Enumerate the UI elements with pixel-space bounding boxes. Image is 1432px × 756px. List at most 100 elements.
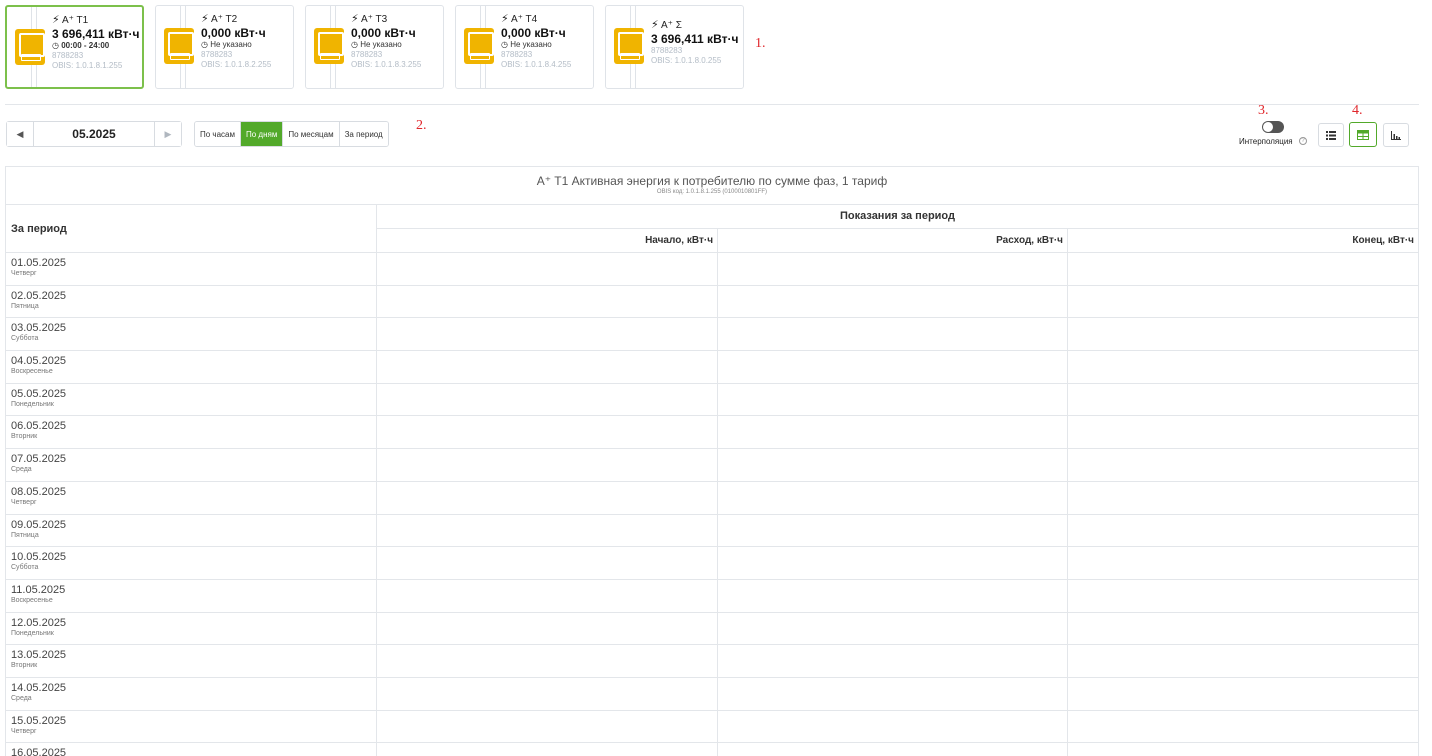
row-date: 09.05.2025 [11, 518, 67, 531]
cell-period: 09.05.2025 Пятница [6, 514, 377, 547]
cell-period: 08.05.2025 Четверг [6, 481, 377, 514]
meter-card-sum[interactable]: ⚡ A⁺ Σ 3 696,411 кВт·ч 8788283 OBIS: 1.0… [605, 5, 744, 89]
mode-hours-button[interactable]: По часам [195, 122, 241, 146]
annotation-2: 2. [416, 118, 427, 133]
cell-period: 16.05.2025 [6, 743, 377, 756]
card-name: A⁺ Σ [660, 20, 682, 31]
cell-period: 07.05.2025 Среда [6, 449, 377, 481]
cell-period: 10.05.2025 Суббота [6, 547, 377, 579]
row-weekday: Суббота [11, 564, 39, 572]
clock-icon: ◷ [52, 41, 59, 50]
cell-start [377, 514, 718, 547]
cell-consumption [718, 481, 1068, 514]
table-view-button[interactable] [1349, 122, 1377, 147]
card-name: A⁺ T2 [210, 14, 238, 25]
table-row: 16.05.2025 [6, 743, 1418, 756]
row-weekday: Понедельник [11, 400, 54, 408]
caret-right-icon[interactable]: ▶ [155, 122, 181, 146]
cell-end [1068, 482, 1418, 514]
row-weekday: Суббота [11, 335, 39, 343]
cell-consumption [718, 547, 1068, 579]
cell-end [1068, 286, 1418, 318]
cell-consumption [718, 318, 1068, 351]
card-time: Не указано [360, 40, 402, 49]
cell-end [1068, 743, 1418, 756]
row-date: 06.05.2025 [11, 420, 67, 433]
row-weekday: Вторник [11, 433, 38, 441]
cell-end [1068, 253, 1418, 285]
interpolation-control: Интерполяция ? [1239, 120, 1311, 148]
card-serial: 8788283 [201, 50, 233, 59]
table-row: 04.05.2025 Воскресенье [6, 351, 1418, 384]
card-value: 0,000 кВт·ч [351, 26, 416, 40]
table-row: 11.05.2025 Воскресенье [6, 579, 1418, 613]
lightning-icon: ⚡ [201, 13, 209, 25]
table-body: 01.05.2025 Четверг 02.05.2025 Пятница 03.05.… [6, 253, 1418, 756]
row-date: 14.05.2025 [11, 681, 67, 694]
row-weekday: Пятница [11, 302, 39, 310]
mode-months-button[interactable]: По месяцам [283, 122, 340, 146]
interpolation-toggle[interactable] [1262, 121, 1284, 133]
table-row: 07.05.2025 Среда [6, 449, 1418, 482]
lightning-icon: ⚡ [52, 14, 60, 26]
col-start: Начало, кВт·ч [377, 229, 718, 253]
cell-start [377, 351, 718, 383]
cell-end [1068, 416, 1418, 448]
meter-card-t4[interactable]: ⚡ A⁺ T4 0,000 кВт·ч ◷ Не указано 8788283… [455, 5, 594, 89]
card-value: 0,000 кВт·ч [501, 26, 566, 40]
row-date: 16.05.2025 [11, 747, 67, 756]
table-row: 14.05.2025 Среда [6, 677, 1418, 711]
column-headers: За период Показания за период Начало, кВ… [6, 205, 1418, 253]
month-value[interactable]: 05.2025 [33, 122, 155, 146]
card-obis: OBIS: 1.0.1.8.0.255 [651, 56, 722, 65]
meter-card-t2[interactable]: ⚡ A⁺ T2 0,000 кВт·ч ◷ Не указано 8788283… [155, 5, 294, 89]
cell-consumption [718, 645, 1068, 677]
cell-period: 11.05.2025 Воскресенье [6, 579, 377, 612]
cell-start [377, 743, 718, 756]
col-consumption: Расход, кВт·ч [718, 229, 1068, 253]
cell-period: 01.05.2025 Четверг [6, 253, 377, 285]
table-row: 12.05.2025 Понедельник [6, 612, 1418, 646]
meter-card-t1[interactable]: ⚡ A⁺ T1 3 696,411 кВт·ч ◷ 00:00 - 24:00 … [5, 5, 144, 89]
cell-start [377, 383, 718, 416]
row-weekday: Воскресенье [11, 368, 53, 376]
clock-icon: ◷ [201, 40, 208, 49]
row-date: 11.05.2025 [11, 583, 66, 596]
list-icon [1326, 130, 1336, 140]
table-title: A⁺ T1 Активная энергия к потребителю по … [536, 174, 888, 188]
cell-end [1068, 384, 1418, 416]
col-period: За период [6, 205, 377, 253]
card-serial: 8788283 [651, 46, 683, 55]
cell-end [1068, 318, 1418, 350]
mode-period-button[interactable]: За период [339, 122, 388, 146]
list-view-button[interactable] [1318, 123, 1344, 147]
question-circle-icon[interactable]: ? [1299, 137, 1307, 145]
mode-days-button[interactable]: По дням [241, 122, 284, 146]
chart-view-button[interactable] [1383, 123, 1409, 147]
table-row: 06.05.2025 Вторник [6, 416, 1418, 450]
card-obis: OBIS: 1.0.1.8.1.255 [52, 61, 123, 70]
meter-card-t3[interactable]: ⚡ A⁺ T3 0,000 кВт·ч ◷ Не указано 8788283… [305, 5, 444, 89]
card-value: 3 696,411 кВт·ч [651, 32, 739, 46]
caret-left-icon[interactable]: ◀ [7, 122, 33, 146]
cell-consumption [718, 677, 1068, 710]
row-weekday: Пятница [11, 531, 39, 539]
row-weekday: Понедельник [11, 629, 54, 637]
cell-period: 15.05.2025 Четверг [6, 710, 377, 743]
row-weekday: Воскресенье [11, 596, 53, 604]
card-serial: 8788283 [501, 50, 533, 59]
lightning-icon: ⚡ [351, 13, 359, 25]
lightning-icon: ⚡ [501, 13, 509, 25]
electric-meter-icon [614, 28, 644, 64]
row-weekday: Среда [11, 466, 32, 474]
row-weekday: Четверг [11, 498, 37, 506]
cell-consumption [718, 253, 1068, 285]
cell-consumption [718, 579, 1068, 612]
cell-end [1068, 547, 1418, 579]
cell-end [1068, 678, 1418, 710]
table-row: 01.05.2025 Четверг [6, 253, 1418, 286]
month-picker: ◀ 05.2025 ▶ [6, 121, 182, 147]
electric-meter-icon [15, 29, 45, 65]
cell-start [377, 612, 718, 645]
row-date: 01.05.2025 [11, 257, 67, 269]
